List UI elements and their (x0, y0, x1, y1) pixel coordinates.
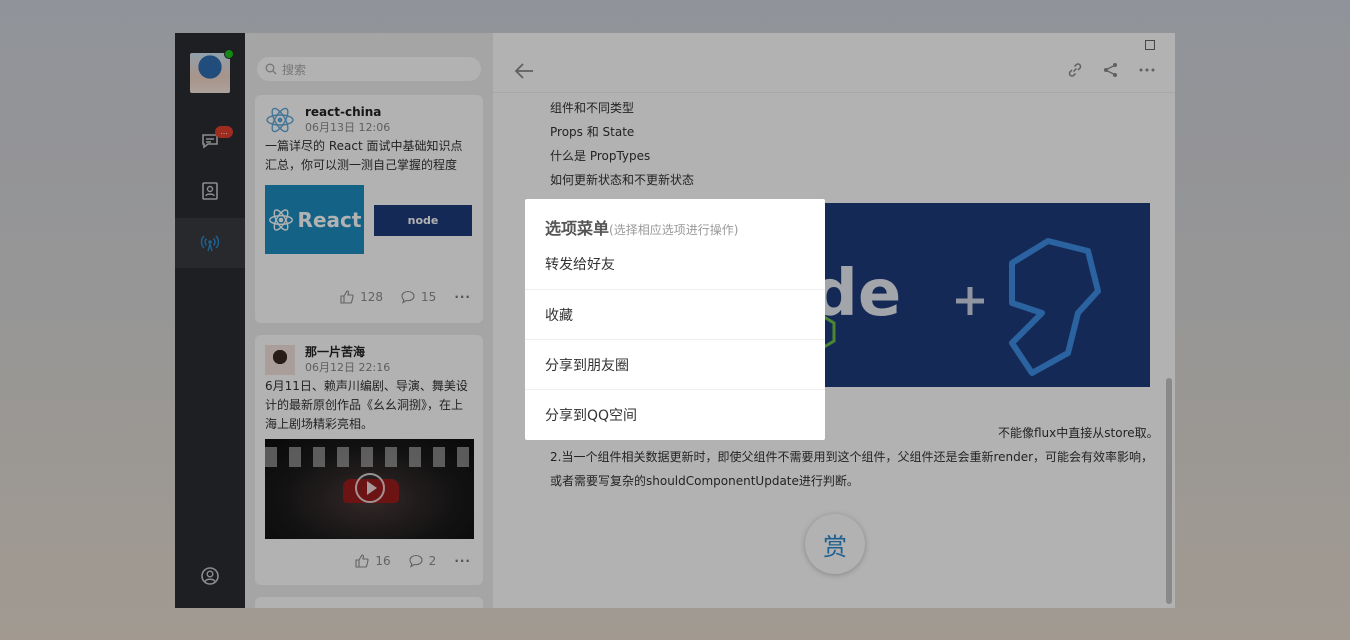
menu-subtitle: (选择相应选项进行操作) (609, 223, 739, 237)
menu-item-forward[interactable]: 转发给好友 (525, 239, 825, 289)
menu-title: 选项菜单(选择相应选项进行操作) (525, 199, 825, 239)
menu-item-share-qzone[interactable]: 分享到QQ空间 (525, 389, 825, 439)
options-menu: 选项菜单(选择相应选项进行操作) 转发给好友 收藏 分享到朋友圈 分享到QQ空间 (525, 199, 825, 440)
menu-item-favorite[interactable]: 收藏 (525, 289, 825, 339)
menu-title-text: 选项菜单 (545, 219, 610, 238)
menu-item-share-moments[interactable]: 分享到朋友圈 (525, 339, 825, 389)
